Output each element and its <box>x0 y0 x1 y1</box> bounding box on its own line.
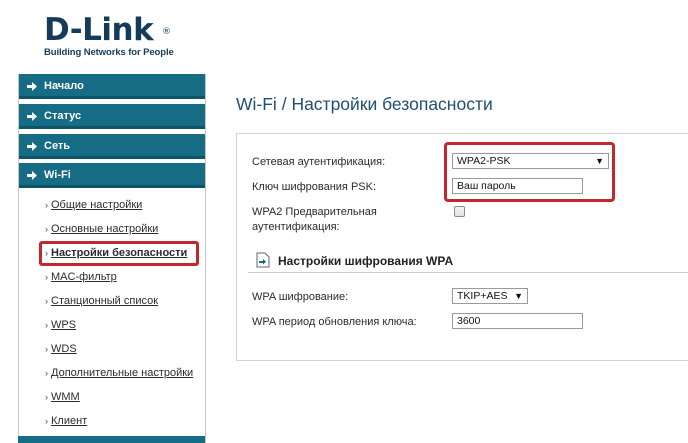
active-item-highlight <box>39 241 199 266</box>
preauth-label-line1: WPA2 Предварительная <box>252 206 377 218</box>
sidebar-link-advanced[interactable]: › Дополнительные настройки <box>45 367 193 379</box>
sidebar-link-basic[interactable]: › Основные настройки <box>45 223 158 235</box>
wpa-section-title: Настройки шифрования WPA <box>278 254 454 268</box>
psk-label: Ключ шифрования PSK: <box>252 181 377 193</box>
bullet-icon: › <box>45 320 48 330</box>
bullet-icon: › <box>45 272 48 282</box>
breadcrumb-separator: / <box>281 94 287 114</box>
bullet-icon: › <box>45 392 48 402</box>
triangle-down-icon: ▼ <box>514 291 523 301</box>
breadcrumb-section: Wi-Fi <box>236 94 277 114</box>
link-label: WMM <box>51 391 80 403</box>
sidebar-item-label: Начало <box>44 80 84 92</box>
sidebar-link-station-list[interactable]: › Станционный список <box>45 295 158 307</box>
link-label: Станционный список <box>51 295 159 307</box>
sidebar-link-wps[interactable]: › WPS <box>45 319 76 331</box>
wpa-encryption-select[interactable]: TKIP+AES ▼ <box>452 288 528 304</box>
sidebar-link-wds[interactable]: › WDS <box>45 343 77 355</box>
wpa-renewal-input[interactable]: 3600 <box>452 313 583 329</box>
wpa-renewal-value: 3600 <box>457 315 481 327</box>
sidebar-link-client[interactable]: › Клиент <box>45 415 87 427</box>
section-divider <box>248 272 688 273</box>
sidebar-next-section-edge <box>18 436 205 443</box>
sidebar-item-wifi[interactable]: Wi-Fi <box>19 163 205 188</box>
dlink-logo[interactable]: D-Link ® Building Networks for People <box>44 14 174 58</box>
bullet-icon: › <box>45 224 48 234</box>
wpa-encryption-value: TKIP+AES <box>457 290 508 302</box>
bullet-icon: › <box>45 368 48 378</box>
sidebar-item-label: Сеть <box>44 140 71 152</box>
registered-mark: ® <box>162 27 171 37</box>
link-label: Дополнительные настройки <box>51 367 194 379</box>
page-title: Wi-Fi / Настройки безопасности <box>236 94 493 115</box>
link-label: MAC-фильтр <box>51 271 117 283</box>
sidebar-item-label: Wi-Fi <box>44 169 71 181</box>
logo-wordmark: D-Link ® <box>44 12 171 48</box>
document-arrow-icon <box>256 252 270 268</box>
sidebar-link-mac-filter[interactable]: › MAC-фильтр <box>45 271 117 283</box>
arrow-right-icon <box>27 112 37 121</box>
link-label: WPS <box>51 319 77 331</box>
link-label: Клиент <box>51 415 88 427</box>
wpa-encryption-label: WPA шифрование: <box>252 291 349 303</box>
sidebar-link-general[interactable]: › Общие настройки <box>45 199 142 211</box>
preauth-label-line2: аутентификация: <box>252 221 340 233</box>
bullet-icon: › <box>45 200 48 210</box>
wpa-renewal-label: WPA период обновления ключа: <box>252 316 417 328</box>
sidebar-item-status[interactable]: Статус <box>19 104 205 129</box>
logo-tagline: Building Networks for People <box>44 47 174 58</box>
arrow-right-icon <box>27 171 37 180</box>
link-label: WDS <box>51 343 77 355</box>
breadcrumb-page: Настройки безопасности <box>291 94 493 114</box>
bullet-icon: › <box>45 344 48 354</box>
arrow-right-icon <box>27 82 37 91</box>
preauth-checkbox[interactable] <box>454 206 465 217</box>
sidebar-link-wmm[interactable]: › WMM <box>45 391 80 403</box>
auth-fields-highlight <box>444 142 615 202</box>
auth-label: Сетевая аутентификация: <box>252 156 386 168</box>
bullet-icon: › <box>45 416 48 426</box>
sidebar-item-label: Статус <box>44 110 82 122</box>
sidebar-item-network[interactable]: Сеть <box>19 134 205 159</box>
arrow-right-icon <box>27 142 37 151</box>
sidebar-item-start[interactable]: Начало <box>19 74 205 99</box>
bullet-icon: › <box>45 296 48 306</box>
link-label: Основные настройки <box>51 223 159 235</box>
link-label: Общие настройки <box>51 199 143 211</box>
